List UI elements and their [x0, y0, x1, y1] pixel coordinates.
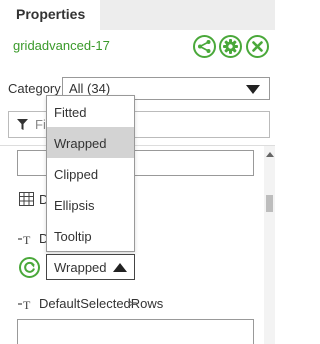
default-selected-rows-label: DefaultSelectedRows — [39, 296, 164, 311]
text-mode-select[interactable]: Wrapped — [46, 254, 135, 280]
text-mode-dropdown-list: Fitted Wrapped Clipped Ellipsis Tooltip — [46, 95, 135, 252]
refresh-icon — [24, 261, 35, 273]
control-name: gridadvanced-17 — [13, 38, 110, 53]
tab-bar: Properties — [0, 0, 275, 30]
dropdown-option-ellipsis[interactable]: Ellipsis — [47, 189, 134, 220]
scroll-up-icon[interactable] — [266, 152, 274, 157]
dropdown-option-fitted[interactable]: Fitted — [47, 96, 134, 127]
dropdown-option-clipped[interactable]: Clipped — [47, 158, 134, 189]
svg-text:T: T — [23, 233, 31, 245]
chevron-down-icon — [246, 85, 260, 94]
category-value: All (34) — [69, 81, 111, 96]
text-type-icon: T — [18, 233, 31, 245]
category-label: Category — [8, 81, 61, 96]
gear-icon — [223, 39, 238, 54]
reset-button[interactable] — [19, 257, 40, 278]
tab-properties[interactable]: Properties — [0, 0, 100, 30]
table-icon — [19, 192, 34, 206]
share-icon — [198, 40, 211, 53]
close-icon — [252, 41, 263, 52]
text-mode-value: Wrapped — [54, 260, 107, 275]
chevron-up-icon — [113, 263, 127, 272]
text-type-icon: T — [18, 298, 31, 310]
share-button[interactable] — [193, 35, 216, 58]
scroll-thumb[interactable] — [266, 195, 273, 212]
filter-icon — [17, 119, 28, 130]
scrollbar[interactable] — [264, 146, 275, 344]
dropdown-option-wrapped[interactable]: Wrapped — [47, 127, 134, 158]
divider — [0, 145, 275, 146]
bind-link-icon[interactable]: ⇦ — [128, 297, 137, 310]
settings-button[interactable] — [219, 35, 242, 58]
default-selected-rows-field[interactable] — [17, 319, 254, 344]
dropdown-option-tooltip[interactable]: Tooltip — [47, 220, 134, 251]
close-button[interactable] — [246, 35, 269, 58]
svg-text:T: T — [23, 298, 31, 310]
